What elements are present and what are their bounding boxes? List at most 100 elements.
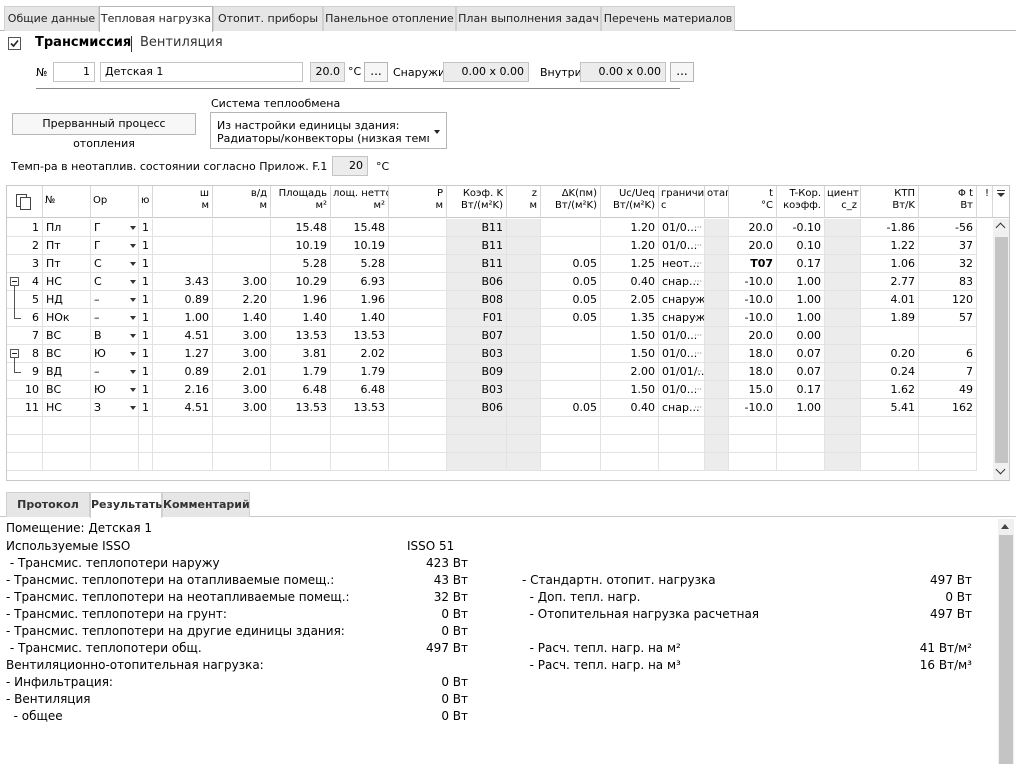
- grid-header-2[interactable]: Ор: [91, 186, 139, 218]
- results-scrollbar[interactable]: [998, 519, 1014, 764]
- results-scroll-thumb[interactable]: [999, 535, 1013, 764]
- transmission-checkbox[interactable]: [8, 37, 21, 50]
- grid-header-9[interactable]: Коэф. K Вт/(м²K): [447, 186, 507, 218]
- scroll-up-icon[interactable]: [995, 222, 1006, 233]
- grid-header-3[interactable]: ю: [139, 186, 153, 218]
- dropdown-arrow-icon[interactable]: [130, 298, 136, 302]
- grid-header-1[interactable]: №: [43, 186, 91, 218]
- tab-heaters[interactable]: Отопит. приборы: [213, 6, 323, 31]
- dims-dots-button[interactable]: ...: [670, 62, 694, 82]
- room-temp-field[interactable]: 20.0: [310, 62, 345, 82]
- grid-cell[interactable]: снаружи···: [659, 291, 705, 309]
- dropdown-arrow-icon[interactable]: [130, 406, 136, 410]
- grid-cell[interactable]: С: [91, 273, 139, 291]
- tab-comment[interactable]: Комментарий: [162, 492, 250, 517]
- grid-header-18[interactable]: КТП Вт/K: [861, 186, 919, 218]
- dropdown-arrow-icon[interactable]: [130, 262, 136, 266]
- copy-icon[interactable]: [15, 193, 33, 211]
- collapse-icon[interactable]: [10, 277, 19, 286]
- grid-row-number[interactable]: 1: [7, 219, 43, 237]
- scroll-up-icon[interactable]: [1001, 524, 1009, 529]
- grid-header-10[interactable]: zм: [507, 186, 541, 218]
- temp-dots-button[interactable]: ...: [364, 62, 388, 82]
- ventilation-label[interactable]: Вентиляция: [140, 35, 223, 50]
- interrupted-heating-button[interactable]: Прерванный процесс отопления: [12, 113, 196, 150]
- grid-row-number[interactable]: 5: [7, 291, 43, 309]
- grid-header-19[interactable]: Φ t Вт: [919, 186, 977, 218]
- grid-scroll-thumb[interactable]: [995, 237, 1008, 463]
- ellipsis-button-icon[interactable]: ···: [694, 219, 702, 236]
- grid-header-0[interactable]: [7, 186, 43, 218]
- grid-header-7[interactable]: лощ. нетто м²: [331, 186, 389, 218]
- grid-row-number[interactable]: 3: [7, 255, 43, 273]
- dropdown-arrow-icon[interactable]: [130, 352, 136, 356]
- grid-cell[interactable]: 01/0... ···: [659, 345, 705, 363]
- grid-column-menu-icon[interactable]: [993, 186, 1009, 218]
- grid-cell[interactable]: С: [91, 255, 139, 273]
- grid-header-11[interactable]: ΔK(пм) Вт/(м²K): [541, 186, 601, 218]
- grid-cell[interactable]: В: [91, 327, 139, 345]
- ellipsis-button-icon[interactable]: ···: [694, 237, 702, 254]
- scroll-down-icon[interactable]: [995, 464, 1006, 475]
- grid-cell[interactable]: Г: [91, 237, 139, 255]
- ellipsis-button-icon[interactable]: ···: [694, 309, 702, 326]
- dropdown-arrow-icon[interactable]: [130, 280, 136, 284]
- dropdown-arrow-icon[interactable]: [130, 370, 136, 374]
- grid-cell[interactable]: снар... ···: [659, 273, 705, 291]
- grid-cell[interactable]: З: [91, 399, 139, 417]
- transmission-label[interactable]: Трансмиссия: [35, 35, 131, 50]
- ellipsis-button-icon[interactable]: ···: [694, 345, 702, 362]
- ellipsis-button-icon[interactable]: ···: [694, 291, 702, 308]
- grid-cell[interactable]: 01/0... ···: [659, 381, 705, 399]
- grid-header-13[interactable]: граничитс: [659, 186, 705, 218]
- grid-header-15[interactable]: t °C: [729, 186, 777, 218]
- tab-panel-heating[interactable]: Панельное отопление: [323, 6, 456, 31]
- grid-cell[interactable]: –: [91, 309, 139, 327]
- exchange-system-select[interactable]: Из настройки единицы здания: Радиаторы/к…: [210, 112, 447, 149]
- grid-cell[interactable]: Ю: [91, 345, 139, 363]
- tab-materials-list[interactable]: Перечень материалов: [601, 6, 735, 31]
- unheated-temp-field[interactable]: 20: [332, 156, 368, 176]
- grid-header-14[interactable]: отаг: [705, 186, 729, 218]
- grid-header-6[interactable]: Площадь м²: [271, 186, 331, 218]
- grid-header-5[interactable]: в/д м: [213, 186, 271, 218]
- room-name-field[interactable]: Детская 1: [100, 62, 303, 82]
- dropdown-arrow-icon[interactable]: [130, 316, 136, 320]
- tab-heat-load[interactable]: Тепловая нагрузка: [99, 6, 213, 32]
- grid-header-17[interactable]: циент c_z: [825, 186, 861, 218]
- ellipsis-button-icon[interactable]: ···: [694, 381, 702, 398]
- grid-scrollbar[interactable]: [993, 219, 1009, 480]
- grid-header-8[interactable]: Рм: [389, 186, 447, 218]
- grid-cell[interactable]: неот... ···: [659, 255, 705, 273]
- grid-row-number[interactable]: 6: [7, 309, 43, 327]
- dropdown-arrow-icon[interactable]: [130, 226, 136, 230]
- grid-row-number[interactable]: 9: [7, 363, 43, 381]
- collapse-icon[interactable]: [10, 349, 19, 358]
- grid-cell[interactable]: снар... ···: [659, 399, 705, 417]
- grid-cell[interactable]: Г: [91, 219, 139, 237]
- grid-row-number[interactable]: 10: [7, 381, 43, 399]
- grid-header-16[interactable]: T-Кор. коэфф.: [777, 186, 825, 218]
- grid-cell[interactable]: 01/01/... ···: [659, 363, 705, 381]
- grid-header-12[interactable]: Uc/Ueq Вт/(м²K): [601, 186, 659, 218]
- tab-task-plan[interactable]: План выполнения задач: [456, 6, 601, 31]
- grid-cell[interactable]: Ю: [91, 381, 139, 399]
- tab-protocol[interactable]: Протокол: [6, 492, 90, 517]
- ellipsis-button-icon[interactable]: ···: [694, 399, 702, 416]
- ellipsis-button-icon[interactable]: ···: [694, 327, 702, 344]
- grid-header-20[interactable]: !: [977, 186, 993, 218]
- room-number-field[interactable]: 1: [53, 62, 95, 82]
- ellipsis-button-icon[interactable]: ···: [694, 255, 702, 272]
- ellipsis-button-icon[interactable]: ···: [694, 363, 702, 380]
- grid-cell[interactable]: –: [91, 363, 139, 381]
- grid-cell[interactable]: 01/0... ···: [659, 219, 705, 237]
- grid-header-4[interactable]: шм: [153, 186, 213, 218]
- grid-row-number[interactable]: 11: [7, 399, 43, 417]
- tab-general-data[interactable]: Общие данные: [4, 6, 99, 31]
- dropdown-arrow-icon[interactable]: [130, 244, 136, 248]
- dropdown-arrow-icon[interactable]: [130, 334, 136, 338]
- tab-results[interactable]: Результаты: [90, 492, 165, 518]
- dropdown-arrow-icon[interactable]: [130, 388, 136, 392]
- grid-cell[interactable]: –: [91, 291, 139, 309]
- grid-row-number[interactable]: 7: [7, 327, 43, 345]
